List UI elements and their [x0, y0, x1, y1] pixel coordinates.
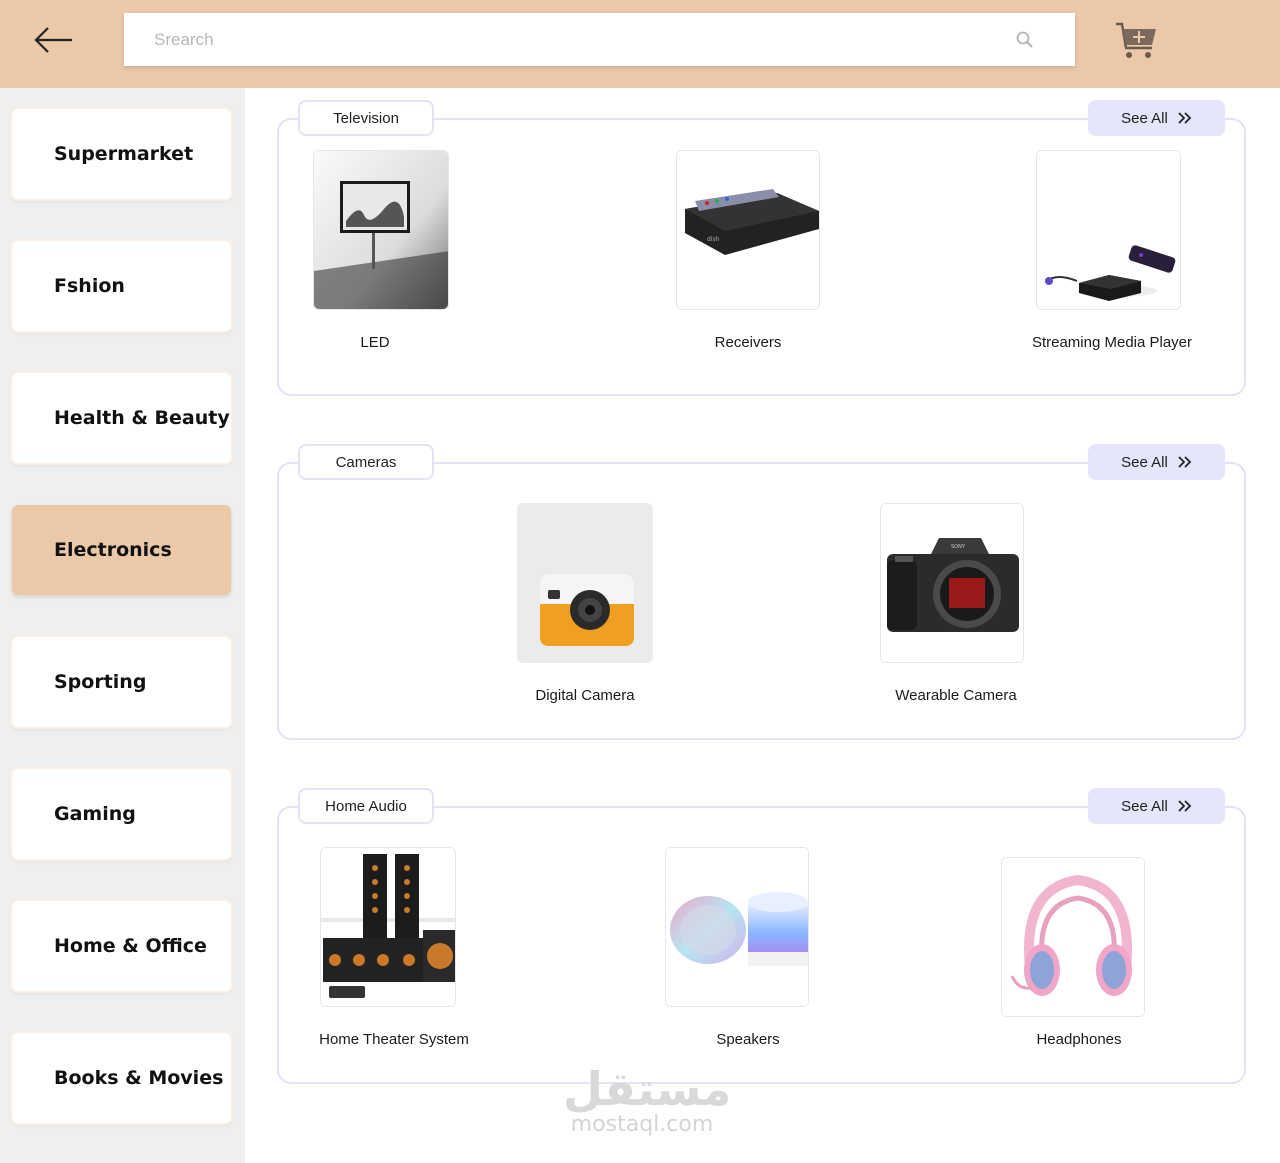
product-label: Digital Camera — [535, 687, 635, 704]
watermark-logo: مستقل — [563, 1062, 732, 1116]
product-image-streaming-media-player[interactable] — [1036, 150, 1181, 310]
see-all-button[interactable]: See All — [1088, 100, 1225, 136]
top-bar — [0, 0, 1280, 88]
product-image-wearable-camera[interactable]: SONY — [880, 503, 1024, 663]
product-label: Headphones — [1036, 1031, 1122, 1048]
cart-button[interactable] — [1114, 18, 1160, 62]
search-input[interactable] — [124, 13, 1075, 66]
home-theater-image — [321, 848, 455, 1006]
svg-text:dish: dish — [707, 236, 720, 243]
section-title: Television — [298, 100, 434, 136]
arrow-left-icon — [34, 27, 72, 53]
product-image-home-theater-system[interactable] — [320, 847, 456, 1007]
section-title-text: Television — [333, 109, 399, 127]
category-books-movies[interactable]: Books & Movies — [12, 1033, 231, 1123]
section-cameras — [277, 462, 1246, 740]
product-image-headphones[interactable] — [1001, 857, 1145, 1017]
bluetooth-speakers-image — [666, 848, 808, 1006]
category-label: Electronics — [54, 539, 172, 561]
product-label: Home Theater System — [319, 1031, 469, 1048]
see-all-button[interactable]: See All — [1088, 788, 1225, 824]
product-image-speakers[interactable] — [665, 847, 809, 1007]
product-image-led[interactable] — [313, 150, 449, 310]
product-label: Receivers — [714, 334, 782, 351]
category-electronics[interactable]: Electronics — [12, 505, 231, 595]
category-label: Home & Office — [54, 935, 207, 957]
watermark-text: mostaql.com — [570, 1112, 714, 1137]
category-label: Sporting — [54, 671, 147, 693]
product-label: Speakers — [716, 1031, 780, 1048]
see-all-label: See All — [1121, 797, 1168, 815]
back-button[interactable] — [30, 22, 78, 58]
product-image-receivers[interactable]: dish — [676, 150, 820, 310]
product-image-digital-camera[interactable] — [517, 503, 653, 663]
streaming-player-image — [1037, 151, 1180, 309]
category-supermarket[interactable]: Supermarket — [12, 109, 231, 199]
section-title-text: Cameras — [335, 453, 397, 471]
category-sporting[interactable]: Sporting — [12, 637, 231, 727]
see-all-label: See All — [1121, 109, 1168, 127]
pink-headphones-image — [1002, 858, 1144, 1016]
mirrorless-camera-image: SONY — [881, 504, 1023, 662]
product-label: Wearable Camera — [895, 687, 1017, 704]
receiver-image: dish — [677, 151, 819, 309]
category-home-office[interactable]: Home & Office — [12, 901, 231, 991]
product-label: Streaming Media Player — [1031, 334, 1193, 351]
category-label: Books & Movies — [54, 1067, 224, 1089]
section-title: Home Audio — [298, 788, 434, 824]
section-title: Cameras — [298, 444, 434, 480]
led-tv-image — [314, 151, 448, 309]
double-chevron-right-icon — [1178, 112, 1192, 124]
category-gaming[interactable]: Gaming — [12, 769, 231, 859]
category-label: Supermarket — [54, 143, 194, 165]
category-health-beauty[interactable]: Health & Beauty — [12, 373, 231, 463]
double-chevron-right-icon — [1178, 800, 1192, 812]
section-title-text: Home Audio — [325, 797, 407, 815]
category-label: Health & Beauty — [54, 407, 230, 429]
category-label: Fshion — [54, 275, 125, 297]
see-all-label: See All — [1121, 453, 1168, 471]
double-chevron-right-icon — [1178, 456, 1192, 468]
cart-add-icon — [1116, 22, 1156, 58]
see-all-button[interactable]: See All — [1088, 444, 1225, 480]
search-icon[interactable] — [1015, 30, 1035, 50]
product-label: LED — [360, 334, 390, 351]
category-fashion[interactable]: Fshion — [12, 241, 231, 331]
search-bar — [124, 13, 1075, 66]
digital-camera-image — [518, 504, 652, 662]
svg-text:SONY: SONY — [951, 544, 966, 550]
category-label: Gaming — [54, 803, 136, 825]
